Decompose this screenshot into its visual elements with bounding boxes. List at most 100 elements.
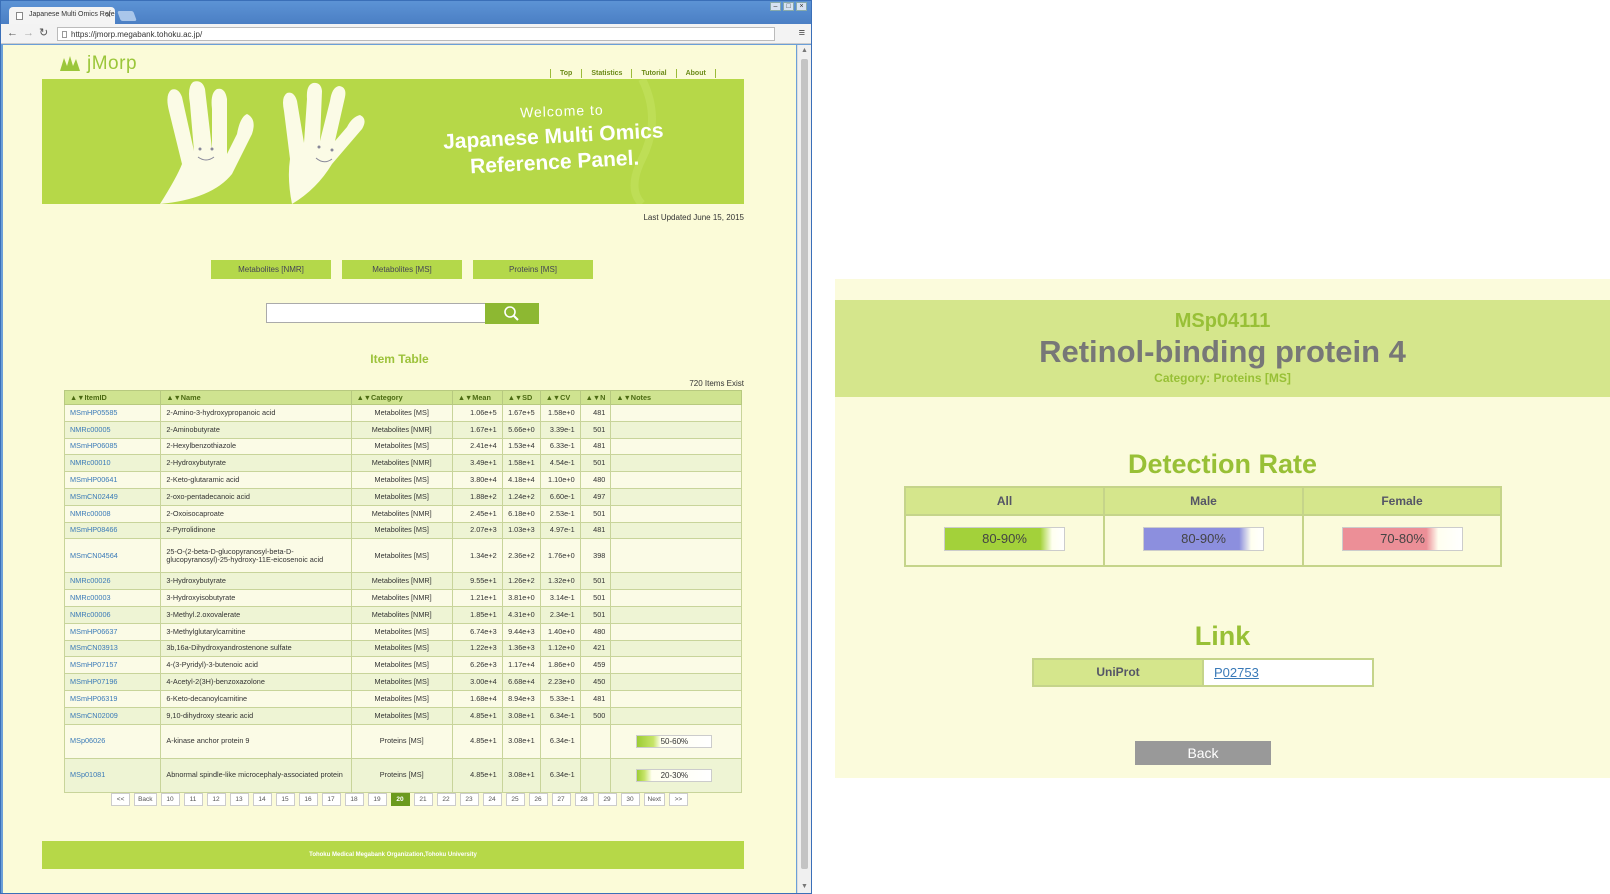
item-id-link[interactable]: MSmCN02449 [63, 487, 162, 506]
item-n: 501 [579, 420, 612, 439]
page-link[interactable]: Back [134, 793, 157, 806]
minimize-icon[interactable]: – [770, 2, 781, 11]
scrollbar-thumb[interactable] [801, 59, 808, 869]
page-link[interactable]: 11 [183, 793, 203, 806]
column-header[interactable]: ▲▼Name [160, 390, 352, 405]
page-link[interactable]: << [111, 793, 131, 806]
link-title: Link [1194, 621, 1251, 651]
item-id-link[interactable]: MSmCN04564 [63, 538, 162, 574]
page-link[interactable]: 26 [528, 793, 548, 806]
item-id-link[interactable]: MSp06026 [63, 723, 162, 759]
page-link[interactable]: 28 [574, 793, 594, 806]
item-name: 6-Keto-decanoylcarnitine [160, 689, 352, 708]
table-row: MSmHP06319 6-Keto-decanoylcarnitine Metabo… [63, 689, 742, 708]
close-window-icon[interactable]: × [796, 2, 807, 11]
item-name: A-kinase anchor protein 9 [160, 723, 352, 759]
column-header[interactable]: ▲▼N [579, 390, 612, 405]
search-input[interactable] [266, 303, 486, 323]
nav-about[interactable]: About [675, 69, 716, 78]
back-button[interactable]: Back [1135, 741, 1271, 765]
item-id-link[interactable]: MSmHP07157 [63, 656, 162, 675]
item-id-link[interactable]: MSmCN03913 [63, 639, 162, 658]
column-header[interactable]: ▲▼CV [539, 390, 581, 405]
page-link[interactable]: 27 [551, 793, 571, 806]
item-id-link[interactable]: MSmHP05585 [63, 404, 162, 422]
page-link[interactable]: Next [643, 793, 665, 806]
item-id-link[interactable]: MSmHP07196 [63, 673, 162, 691]
maximize-icon[interactable]: □ [783, 2, 794, 11]
nav-top[interactable]: Top [550, 69, 581, 78]
browser-tab[interactable]: Japanese Multi Omics Refe × [9, 7, 115, 24]
item-id-link[interactable]: MSmHP06637 [63, 622, 162, 641]
page-link[interactable]: 22 [436, 793, 456, 806]
item-notes [610, 656, 742, 675]
site-logo[interactable]: jMorp [59, 53, 137, 75]
search-button[interactable] [485, 303, 539, 324]
page-link[interactable]: 17 [321, 793, 341, 806]
menu-icon[interactable]: ≡ [799, 27, 805, 39]
scroll-up-icon[interactable]: ▲ [801, 47, 808, 54]
item-n: 480 [579, 471, 612, 489]
item-n: 421 [579, 639, 612, 658]
page-link[interactable]: 15 [275, 793, 295, 806]
page-link[interactable]: 19 [367, 793, 387, 806]
page-link[interactable]: 23 [459, 793, 479, 806]
item-id-link[interactable]: NMRc00008 [63, 504, 162, 523]
column-header[interactable]: ▲▼Category [350, 390, 453, 405]
item-mean: 1.21e+1 [451, 589, 503, 607]
page-current[interactable]: 20 [390, 793, 410, 806]
page-link[interactable]: 16 [298, 793, 318, 806]
page-link[interactable]: 14 [252, 793, 272, 806]
item-id-link[interactable]: NMRc00006 [63, 605, 162, 624]
reload-icon[interactable]: ↻ [39, 27, 48, 40]
page-link[interactable]: 24 [482, 793, 502, 806]
item-id-link[interactable]: MSmHP08466 [63, 521, 162, 540]
column-header[interactable]: ▲▼Mean [451, 390, 503, 405]
item-n: 500 [579, 706, 612, 725]
item-id-link[interactable]: MSmHP06085 [63, 437, 162, 456]
close-tab-icon[interactable]: × [106, 10, 111, 20]
scroll-down-icon[interactable]: ▼ [801, 883, 808, 890]
nav-statistics[interactable]: Statistics [581, 69, 631, 78]
proteins-ms-button[interactable]: Proteins [MS] [473, 260, 593, 279]
metabolites-ms-button[interactable]: Metabolites [MS] [342, 260, 462, 279]
item-sd: 3.81e+0 [501, 589, 541, 607]
page-link[interactable]: 30 [620, 793, 640, 806]
column-header[interactable]: ▲▼ItemID [63, 390, 162, 405]
item-id-link[interactable]: NMRc00003 [63, 589, 162, 607]
new-tab-button[interactable] [117, 11, 137, 21]
item-mean: 2.07e+3 [451, 521, 503, 540]
page-link[interactable]: >> [668, 793, 688, 806]
column-header[interactable]: ▲▼Notes [610, 390, 742, 405]
item-id-link[interactable]: MSp01081 [63, 757, 162, 793]
page-link[interactable]: 21 [413, 793, 433, 806]
page-link[interactable]: 12 [206, 793, 226, 806]
item-name: 2-Keto-glutaramic acid [160, 471, 352, 489]
link-table: UniProt P02753 [1032, 658, 1374, 687]
page-link[interactable]: 10 [160, 793, 180, 806]
nav-tutorial[interactable]: Tutorial [631, 69, 675, 78]
page-link[interactable]: 25 [505, 793, 525, 806]
item-category: Metabolites [NMR] [350, 420, 453, 439]
item-id-link[interactable]: NMRc00026 [63, 572, 162, 591]
item-mean: 9.55e+1 [451, 572, 503, 591]
back-arrow-icon[interactable]: ← [7, 27, 18, 40]
column-header[interactable]: ▲▼SD [501, 390, 541, 405]
item-id-link[interactable]: MSmCN02009 [63, 706, 162, 725]
item-id-link[interactable]: NMRc00010 [63, 454, 162, 473]
address-bar[interactable]: https://jmorp.megabank.tohoku.ac.jp/ [57, 27, 775, 41]
item-name: 4-(3-Pyridyl)-3-butenoic acid [160, 656, 352, 675]
item-id-link[interactable]: MSmHP00641 [63, 471, 162, 489]
item-notes [610, 487, 742, 506]
page-link[interactable]: 18 [344, 793, 364, 806]
page-link[interactable]: 13 [229, 793, 249, 806]
item-id-link[interactable]: NMRc00005 [63, 420, 162, 439]
page-link[interactable]: 29 [597, 793, 617, 806]
uniprot-link[interactable]: P02753 [1214, 665, 1259, 680]
metabolites-nmr-button[interactable]: Metabolites [NMR] [211, 260, 331, 279]
scrollbar[interactable]: ▲ ▼ [797, 45, 811, 893]
item-n [579, 757, 612, 793]
item-cv: 1.86e+0 [539, 656, 581, 675]
item-id-link[interactable]: MSmHP06319 [63, 689, 162, 708]
forward-arrow-icon[interactable]: → [23, 27, 34, 40]
